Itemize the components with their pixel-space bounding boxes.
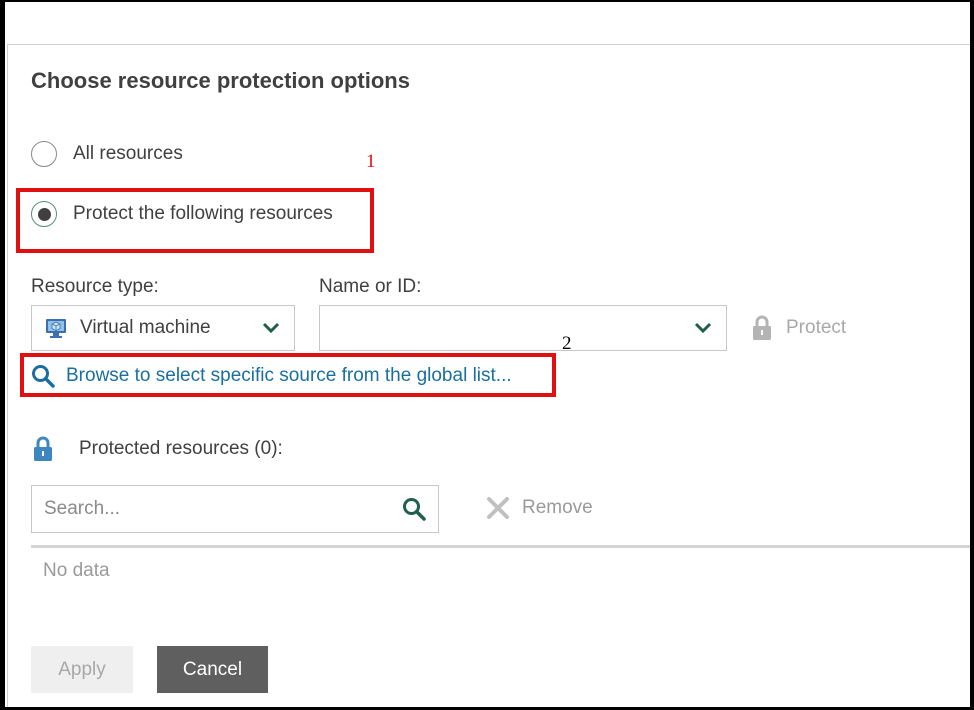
resource-type-select[interactable]: Virtual machine (31, 305, 295, 351)
protect-button-label: Protect (786, 317, 847, 338)
table-empty-text: No data (43, 560, 110, 576)
annotation-number-1: 1 (366, 151, 376, 172)
browse-link-label: Browse to select specific source from th… (66, 365, 512, 386)
chevron-down-icon[interactable] (694, 320, 712, 341)
protect-button[interactable]: Protect (752, 315, 846, 341)
name-or-id-label: Name or ID: (319, 276, 422, 297)
close-icon (486, 496, 510, 520)
search-icon[interactable] (402, 497, 426, 521)
radio-all-resources-label: All resources (73, 143, 183, 164)
dialog-title: Choose resource protection options (31, 68, 410, 93)
window-frame-left (0, 0, 5, 710)
virtual-machine-icon (44, 316, 68, 340)
resource-type-value: Virtual machine (80, 317, 211, 338)
search-icon (31, 364, 55, 388)
apply-button[interactable]: Apply (31, 646, 133, 693)
radio-button-checked[interactable] (31, 201, 57, 227)
window-frame-right (970, 0, 974, 710)
resource-type-label: Resource type: (31, 276, 159, 297)
lock-icon (33, 436, 53, 462)
lock-icon (752, 315, 772, 341)
radio-button-unchecked[interactable] (31, 141, 57, 167)
radio-protect-following[interactable]: Protect the following resources (31, 201, 333, 227)
background-window (5, 2, 970, 44)
chevron-down-icon[interactable] (262, 320, 280, 341)
search-input[interactable] (44, 496, 384, 522)
resources-table: No data (31, 548, 970, 576)
radio-all-resources[interactable]: All resources (31, 141, 183, 167)
search-field[interactable] (31, 485, 439, 533)
remove-button-label: Remove (522, 497, 593, 518)
protected-resources-heading: Protected resources (0): (33, 436, 283, 462)
protected-resources-label: Protected resources (0): (79, 438, 283, 459)
cancel-button[interactable]: Cancel (157, 646, 268, 693)
annotation-number-2: 2 (562, 333, 572, 354)
browse-global-list-link[interactable]: Browse to select specific source from th… (31, 364, 512, 388)
remove-button[interactable]: Remove (486, 496, 593, 520)
radio-protect-following-label: Protect the following resources (73, 203, 333, 224)
name-or-id-select[interactable] (319, 305, 727, 351)
